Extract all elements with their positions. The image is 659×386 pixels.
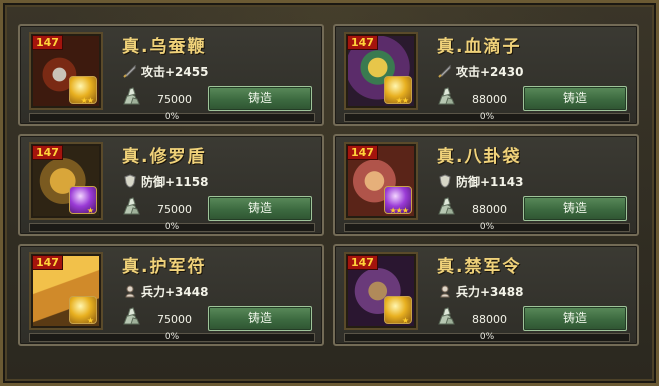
equipment-card: 147 ★★ 真.血滴子 攻击+2430 88000 铸造 0% [333, 24, 639, 126]
forge-button[interactable]: 铸造 [208, 306, 312, 331]
level-badge: 147 [32, 35, 63, 50]
progress-text: 0% [164, 332, 180, 342]
level-badge: 147 [347, 145, 378, 160]
equipment-portrait[interactable]: 147 ★ [29, 252, 103, 330]
equipment-portrait[interactable]: 147 ★ [344, 252, 418, 330]
equipment-name: 真.禁军令 [437, 257, 522, 277]
ore-icon [123, 197, 140, 215]
level-badge: 147 [32, 255, 63, 270]
equipment-card: 147 ★ 真.禁军令 兵力+3488 88000 铸造 0% [333, 244, 639, 346]
forge-cost: 88000 [472, 203, 507, 216]
progress-text: 0% [479, 112, 495, 122]
equipment-name: 真.修罗盾 [122, 147, 207, 167]
equipment-card: 147 ★ 真.护军符 兵力+3448 75000 铸造 0% [18, 244, 324, 346]
soldier-icon [440, 285, 450, 298]
level-badge: 147 [347, 255, 378, 270]
ore-icon [123, 307, 140, 325]
forge-button[interactable]: 铸造 [523, 86, 627, 111]
forge-cost: 75000 [157, 93, 192, 106]
equipment-name: 真.血滴子 [437, 37, 522, 57]
stat-value: 攻击+2430 [456, 65, 524, 79]
equipment-portrait[interactable]: 147 ★★ [29, 32, 103, 110]
ore-icon [123, 87, 140, 105]
stars: ★★ [395, 96, 409, 105]
equipment-name: 真.护军符 [122, 257, 207, 277]
sword-icon [438, 64, 451, 78]
forge-cost: 75000 [157, 203, 192, 216]
forge-cost: 88000 [472, 93, 507, 106]
ore-icon [438, 87, 455, 105]
equipment-portrait[interactable]: 147 ★★★ [344, 142, 418, 220]
progress-text: 0% [479, 222, 495, 232]
equipment-grid: 147 ★★ 真.乌蚕鞭 攻击+2455 75000 铸造 0% 147 ★★ … [18, 24, 639, 346]
stars: ★ [86, 206, 94, 215]
stat-value: 攻击+2455 [141, 65, 209, 79]
equipment-card: 147 ★★★ 真.八卦袋 防御+1143 88000 铸造 0% [333, 134, 639, 236]
stat-value: 防御+1158 [141, 175, 209, 189]
equipment-name: 真.八卦袋 [437, 147, 522, 167]
progress-text: 0% [479, 332, 495, 342]
shield-icon [124, 174, 136, 188]
equipment-name: 真.乌蚕鞭 [122, 37, 207, 57]
soldier-icon [125, 285, 135, 298]
forge-button[interactable]: 铸造 [523, 306, 627, 331]
stars: ★ [86, 316, 94, 325]
forge-cost: 88000 [472, 313, 507, 326]
equipment-card: 147 ★ 真.修罗盾 防御+1158 75000 铸造 0% [18, 134, 324, 236]
forge-button[interactable]: 铸造 [208, 196, 312, 221]
forge-button[interactable]: 铸造 [523, 196, 627, 221]
forge-cost: 75000 [157, 313, 192, 326]
ore-icon [438, 307, 455, 325]
ore-icon [438, 197, 455, 215]
level-badge: 147 [32, 145, 63, 160]
progress-text: 0% [164, 222, 180, 232]
shield-icon [439, 174, 451, 188]
stat-value: 防御+1143 [456, 175, 524, 189]
equipment-portrait[interactable]: 147 ★ [29, 142, 103, 220]
equipment-portrait[interactable]: 147 ★★ [344, 32, 418, 110]
forge-button[interactable]: 铸造 [208, 86, 312, 111]
stars: ★★★ [389, 206, 408, 215]
progress-text: 0% [164, 112, 180, 122]
equipment-card: 147 ★★ 真.乌蚕鞭 攻击+2455 75000 铸造 0% [18, 24, 324, 126]
stars: ★ [401, 316, 409, 325]
stars: ★★ [80, 96, 94, 105]
level-badge: 147 [347, 35, 378, 50]
stat-value: 兵力+3488 [456, 285, 524, 299]
sword-icon [123, 64, 136, 78]
stat-value: 兵力+3448 [141, 285, 209, 299]
